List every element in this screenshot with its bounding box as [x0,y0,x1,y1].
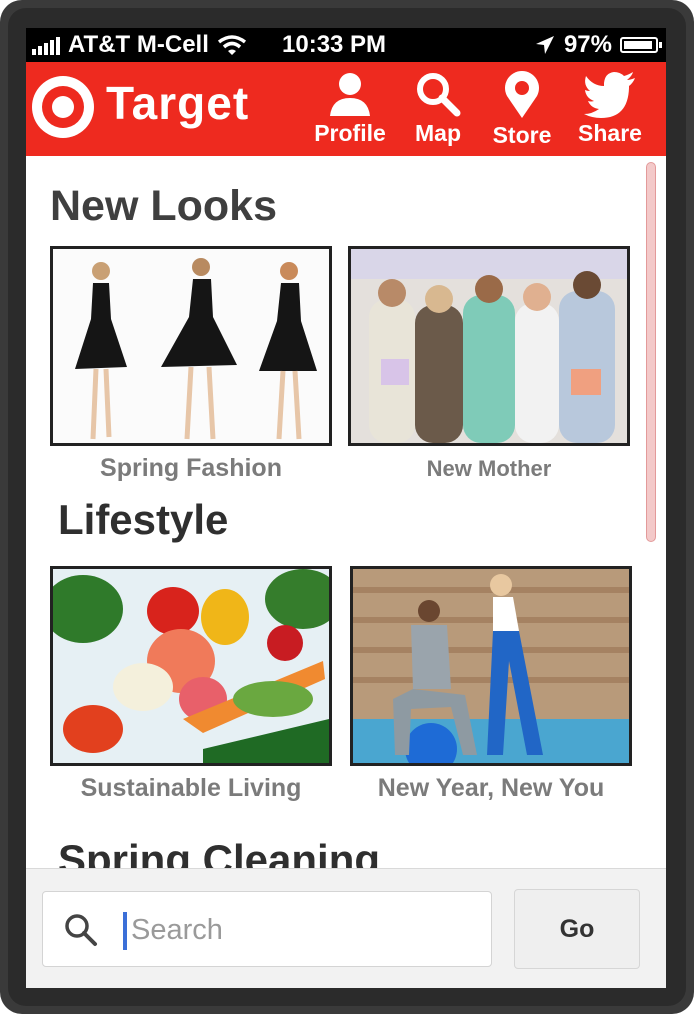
content-scroll-area[interactable]: New Looks Spring Fashion New Mother Life… [26,156,666,868]
wifi-icon [217,35,246,55]
tile-sustainable-living[interactable] [50,566,332,766]
app-screen: AT&T M-Cell 10:33 PM 97% Target Profile … [26,28,666,988]
caption-spring-fashion[interactable]: Spring Fashion [50,454,332,483]
nav-profile-label: Profile [314,120,386,146]
section-title-lifestyle: Lifestyle [58,496,229,543]
caption-new-year-new-you[interactable]: New Year, New You [350,774,632,803]
section-title-new-looks: New Looks [50,182,277,230]
battery-percent: 97% [563,31,612,58]
brand-title: Target [106,77,250,129]
tile-new-year-new-you[interactable] [350,566,632,766]
search-icon [65,914,97,946]
search-input[interactable] [129,904,473,956]
text-cursor [123,912,127,950]
target-logo-icon[interactable] [30,74,96,140]
tile-spring-fashion[interactable] [50,246,332,446]
app-header: Target Profile Map Store Share [26,62,666,156]
status-right: 97% [534,31,662,59]
nav-share-button[interactable]: Share [568,70,652,154]
status-left: AT&T M-Cell [32,31,247,59]
scrollbar[interactable] [646,162,656,542]
search-icon [417,73,461,117]
nav-store-button[interactable]: Store [480,70,564,154]
location-arrow-icon [535,36,554,54]
nav-map-button[interactable]: Map [396,70,480,154]
search-bar: Go [26,868,666,988]
battery-icon [620,37,662,53]
map-pin-icon [505,71,539,118]
carrier-name: AT&T M-Cell [68,31,209,58]
photo-vegetables [53,569,329,763]
twitter-bird-icon [584,72,635,118]
search-field[interactable] [42,891,492,967]
photo-fitness [353,569,629,763]
section-title-spring-cleaning: Spring Cleaning [58,836,381,868]
person-icon [330,73,370,116]
photo-dresses [53,249,329,443]
status-time: 10:33 PM [282,31,387,58]
nav-share-label: Share [578,120,642,146]
nav-map-label: Map [415,120,461,146]
go-button[interactable]: Go [514,889,640,969]
signal-icon [32,35,60,55]
caption-sustainable-living[interactable]: Sustainable Living [50,774,332,803]
nav-store-label: Store [492,122,552,148]
status-bar: AT&T M-Cell 10:33 PM 97% [26,28,666,62]
caption-new-mother[interactable]: New Mother [348,456,630,482]
tile-new-mother[interactable] [348,246,630,446]
nav-profile-button[interactable]: Profile [308,70,392,154]
photo-baby-shower [351,249,627,443]
